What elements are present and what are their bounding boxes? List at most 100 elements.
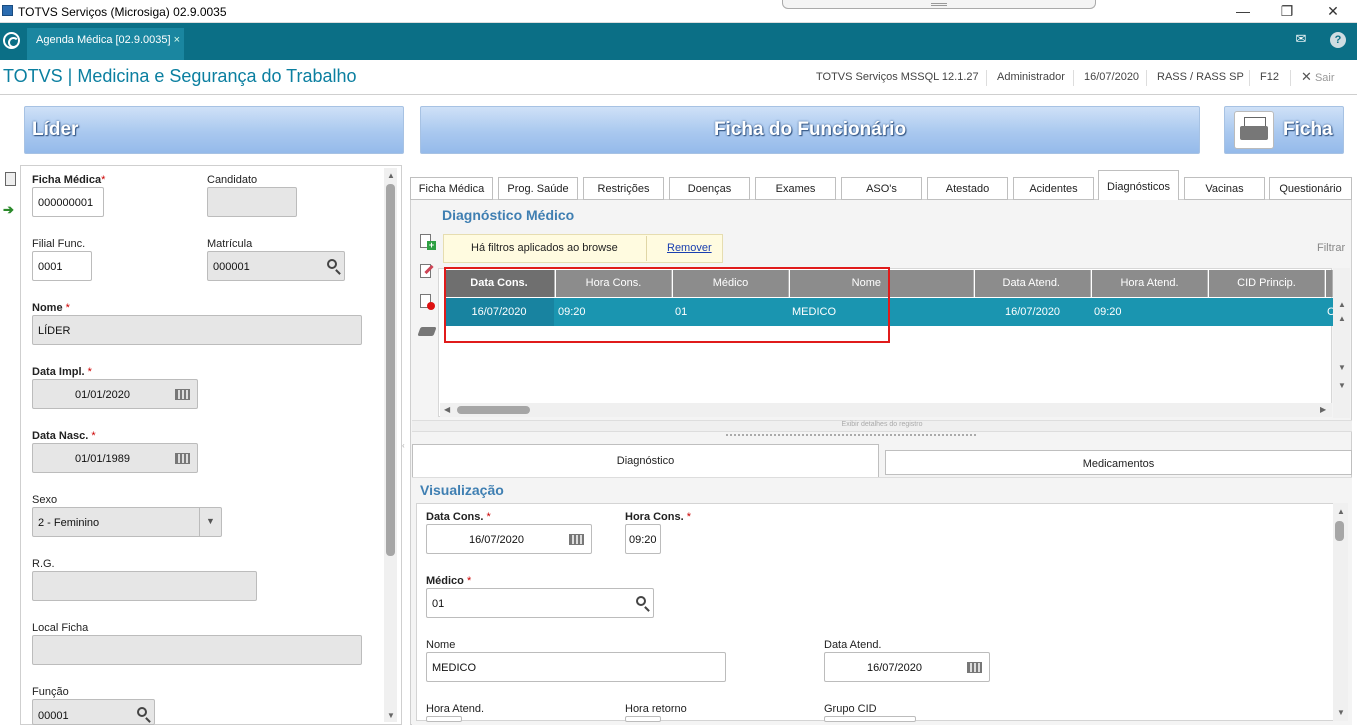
filter-button[interactable]: Filtrar	[1317, 242, 1345, 254]
data-cons-field[interactable]: 16/07/2020	[426, 524, 592, 554]
chevron-down-icon[interactable]: ▼	[199, 508, 221, 536]
scroll-down-icon[interactable]: ▼	[387, 711, 395, 720]
grid-horizontal-scroll-thumb[interactable]	[457, 406, 530, 414]
search-icon[interactable]	[137, 707, 147, 717]
tab-ficha-medica[interactable]: Ficha Médica	[410, 177, 493, 200]
scroll-down-icon[interactable]: ▼	[1338, 381, 1346, 390]
document-icon[interactable]	[3, 172, 19, 188]
tab-diagnostico[interactable]: Diagnóstico	[412, 444, 879, 477]
visualizacao-scroll-thumb[interactable]	[1335, 521, 1344, 541]
hora-retorno-field[interactable]	[625, 716, 661, 722]
calendar-icon[interactable]	[175, 389, 190, 400]
add-record-icon[interactable]: +	[420, 234, 436, 252]
filial-label: Filial Func.	[32, 238, 86, 250]
data-nasc-label: Data Nasc. *	[32, 430, 96, 442]
close-window-icon[interactable]: ✕	[1318, 2, 1348, 20]
hora-cons-label: Hora Cons. *	[625, 511, 692, 523]
f12-button[interactable]: F12	[1249, 70, 1289, 86]
scroll-down-icon[interactable]: ▼	[1337, 708, 1345, 717]
collapse-panel-icon[interactable]: ‹	[402, 441, 405, 450]
scroll-down-icon[interactable]: ▼	[1338, 363, 1346, 372]
matricula-value: 000001	[213, 261, 250, 273]
calendar-icon[interactable]	[569, 534, 584, 545]
exit-arrow-icon[interactable]: ➔	[3, 203, 19, 219]
filter-divider	[646, 236, 647, 261]
scroll-up-icon[interactable]: ▲	[1338, 300, 1346, 309]
totvs-logo-icon[interactable]	[3, 32, 20, 49]
exit-label: Sair	[1314, 72, 1335, 84]
mail-icon[interactable]: ✉	[1288, 31, 1314, 51]
funcao-field[interactable]: 00001	[32, 699, 155, 725]
tab-diagnosticos[interactable]: Diagnósticos	[1098, 170, 1179, 200]
help-icon[interactable]: ?	[1327, 31, 1349, 51]
rg-field[interactable]	[32, 571, 257, 601]
nome-medico-field[interactable]: MEDICO	[426, 652, 726, 682]
column-header-hora-atend[interactable]: Hora Atend.	[1092, 270, 1208, 297]
filial-field[interactable]: 0001	[32, 251, 92, 281]
data-nasc-field[interactable]: 01/01/1989	[32, 443, 198, 473]
tab-doencas[interactable]: Doenças	[669, 177, 750, 200]
column-header-cid-princip[interactable]: CID Princip.	[1209, 270, 1325, 297]
printer-icon[interactable]	[1234, 111, 1274, 149]
grid-horizontal-scrollbar[interactable]	[440, 403, 1332, 417]
maximize-icon[interactable]: ❐	[1272, 2, 1302, 20]
tab-atestado[interactable]: Atestado	[927, 177, 1008, 200]
nome-field[interactable]: LÍDER	[32, 315, 362, 345]
diagnostico-title: Diagnóstico Médico	[442, 207, 575, 223]
candidato-field[interactable]	[207, 187, 297, 217]
grid-vertical-scrollbar[interactable]	[1333, 268, 1350, 418]
tab-prog-saude[interactable]: Prog. Saúde	[498, 177, 578, 200]
ficha-medica-label: Ficha Médica*	[32, 174, 106, 186]
tab-acidentes[interactable]: Acidentes	[1013, 177, 1094, 200]
tab-medicamentos[interactable]: Medicamentos	[885, 450, 1352, 475]
remove-filter-link[interactable]: Remover	[667, 242, 712, 254]
details-toggle-bar[interactable]: Exibir detalhes do registro	[412, 420, 1352, 432]
left-panel-scroll-thumb[interactable]	[386, 184, 395, 556]
scroll-up-icon[interactable]: ▲	[387, 171, 395, 180]
tab-close-icon[interactable]: ×	[174, 34, 180, 46]
data-atend-label: Data Atend.	[824, 639, 882, 651]
highlight-box	[444, 267, 890, 343]
data-impl-field[interactable]: 01/01/2020	[32, 379, 198, 409]
search-icon[interactable]	[327, 259, 337, 269]
data-cons-value: 16/07/2020	[468, 534, 525, 546]
calendar-icon[interactable]	[967, 662, 982, 673]
column-header-data-atend[interactable]: Data Atend.	[975, 270, 1091, 297]
tab-restricoes[interactable]: Restrições	[583, 177, 664, 200]
column-header-overflow	[1326, 270, 1333, 297]
sexo-label: Sexo	[32, 494, 58, 506]
tab-exames[interactable]: Exames	[755, 177, 836, 200]
print-icon[interactable]	[417, 323, 437, 337]
close-icon: ✕	[1301, 69, 1312, 84]
edit-record-icon[interactable]	[420, 264, 436, 282]
calendar-icon[interactable]	[175, 453, 190, 464]
matricula-field[interactable]: 000001	[207, 251, 345, 281]
sexo-select[interactable]: 2 - Feminino ▼	[32, 507, 222, 537]
scroll-left-icon[interactable]: ◀	[444, 405, 450, 414]
splitter-handle[interactable]	[726, 434, 976, 437]
hora-atend-field[interactable]	[426, 716, 462, 722]
exit-button[interactable]: ✕ Sair	[1290, 70, 1345, 86]
tab-agenda-medica[interactable]: Agenda Médica [02.9.0035] ×	[27, 28, 184, 60]
data-atend-value: 16/07/2020	[866, 662, 923, 674]
tab-asos[interactable]: ASO's	[841, 177, 922, 200]
nome-label: Nome *	[32, 302, 70, 314]
data-atend-field[interactable]: 16/07/2020	[824, 652, 990, 682]
tab-questionario[interactable]: Questionário	[1269, 177, 1352, 200]
medico-field[interactable]: 01	[426, 588, 654, 618]
scroll-up-icon[interactable]: ▲	[1337, 507, 1345, 516]
scroll-up-icon[interactable]: ▲	[1338, 314, 1346, 323]
grupo-cid-field[interactable]	[824, 716, 916, 722]
candidato-label: Candidato	[207, 174, 258, 186]
ficha-medica-field[interactable]: 000000001	[32, 187, 104, 217]
window-title: TOTVS Serviços (Microsiga) 02.9.0035	[18, 5, 227, 19]
drag-handle[interactable]	[782, 0, 1096, 9]
local-ficha-field[interactable]	[32, 635, 362, 665]
tab-vacinas[interactable]: Vacinas	[1184, 177, 1265, 200]
minimize-icon[interactable]: —	[1228, 2, 1258, 20]
delete-record-icon[interactable]	[420, 294, 436, 312]
hora-cons-field[interactable]: 09:20	[625, 524, 661, 554]
search-icon[interactable]	[636, 596, 646, 606]
scroll-right-icon[interactable]: ▶	[1320, 405, 1326, 414]
hora-retorno-label: Hora retorno	[625, 703, 687, 715]
